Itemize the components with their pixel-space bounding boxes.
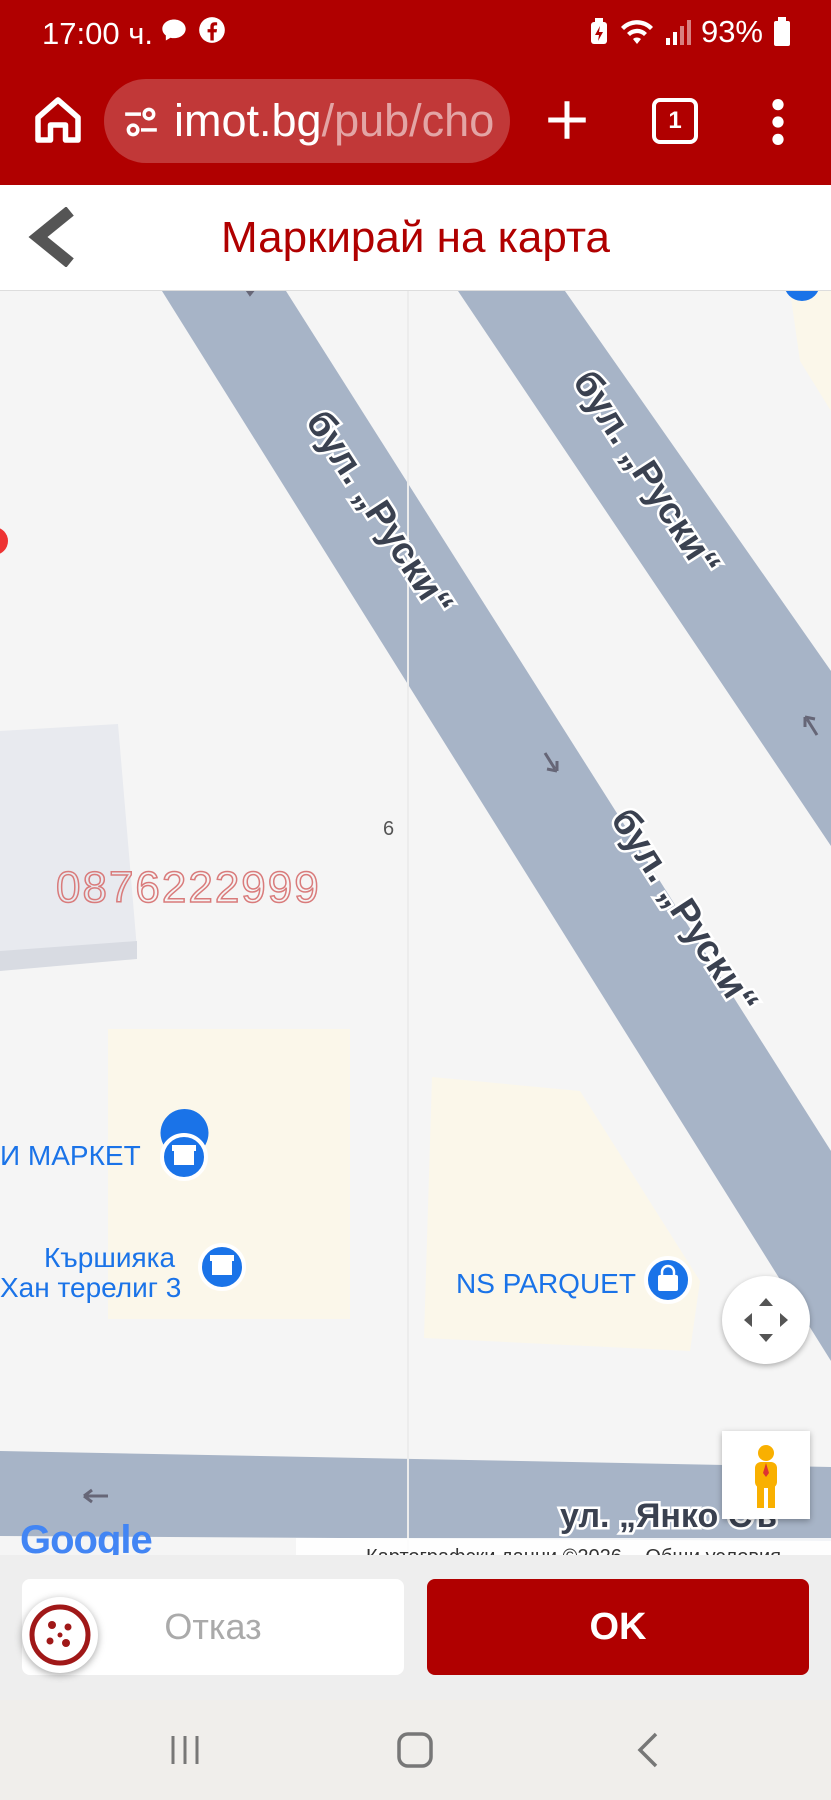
recent-apps-icon[interactable] (165, 1730, 205, 1770)
new-tab-icon[interactable] (542, 92, 592, 148)
location-marker-icon[interactable] (0, 527, 8, 555)
signal-icon (665, 20, 691, 45)
address-bar[interactable]: imot.bg/pub/cho (104, 79, 510, 163)
home-icon[interactable] (28, 90, 88, 150)
chat-icon (162, 19, 186, 41)
system-nav-bar (0, 1700, 831, 1800)
attribution-text: Картографски данни ©2026 (366, 1546, 622, 1555)
tab-switcher-button[interactable]: 1 (652, 98, 698, 144)
map-fullscreen-button[interactable] (722, 1276, 810, 1364)
url-host: imot.bg (174, 95, 322, 146)
poi-label[interactable]: Кършияка (44, 1243, 175, 1273)
more-menu-icon[interactable] (760, 96, 796, 148)
street-view-pegman-button[interactable] (722, 1431, 810, 1519)
page-header: Маркирай на карта (0, 185, 831, 291)
page-title: Маркирай на карта (221, 213, 610, 262)
poi-label[interactable]: Хан терелиг 3 (0, 1273, 181, 1303)
poi-label[interactable]: NS PARQUET (456, 1269, 636, 1299)
status-right: 93% (589, 14, 791, 50)
cookie-icon (29, 1604, 91, 1666)
shopping-bag-icon[interactable] (644, 1256, 692, 1304)
lot-area (790, 291, 831, 411)
back-nav-icon[interactable] (632, 1730, 662, 1770)
map-canvas: бул. „Руски“ бул. „Руски“ бул. „Руски“ у… (0, 291, 831, 1555)
ok-button[interactable]: OK (427, 1579, 809, 1675)
lot-area (424, 1077, 700, 1351)
cookie-settings-button[interactable] (22, 1597, 98, 1673)
map-attribution: Картографски данни ©2026 Общи условия (296, 1538, 831, 1555)
poi-label[interactable]: И МАРКЕТ (0, 1141, 141, 1171)
browser-toolbar: imot.bg/pub/cho 1 (0, 78, 831, 168)
facebook-icon (199, 17, 225, 43)
notification-icons (160, 16, 226, 44)
browser-chrome: 17:00 ч. 93% imot.bg/pub/cho 1 (0, 0, 831, 185)
battery-percent: 93% (700, 14, 763, 49)
store-icon[interactable] (198, 1243, 246, 1291)
status-time: 17:00 ч. (42, 16, 153, 51)
site-settings-icon[interactable] (122, 103, 160, 141)
wifi-icon (620, 20, 653, 44)
url-text: imot.bg/pub/cho (174, 95, 494, 147)
status-bar: 17:00 ч. 93% (0, 0, 831, 68)
terms-link[interactable]: Общи условия (645, 1546, 781, 1555)
action-bar: Отказ OK (0, 1555, 831, 1700)
pegman-icon (755, 1445, 777, 1508)
phone-watermark: 0876222999 (55, 862, 321, 913)
move-arrows-icon (744, 1298, 788, 1342)
url-path: /pub/cho (321, 95, 495, 146)
google-logo: Google (20, 1518, 153, 1555)
map-view[interactable]: бул. „Руски“ бул. „Руски“ бул. „Руски“ у… (0, 291, 831, 1555)
building-block (0, 724, 137, 971)
battery-saver-icon (590, 18, 607, 44)
home-nav-icon[interactable] (395, 1728, 435, 1772)
battery-icon (774, 17, 790, 46)
store-icon[interactable] (160, 1109, 209, 1181)
house-number: 6 (383, 818, 395, 840)
